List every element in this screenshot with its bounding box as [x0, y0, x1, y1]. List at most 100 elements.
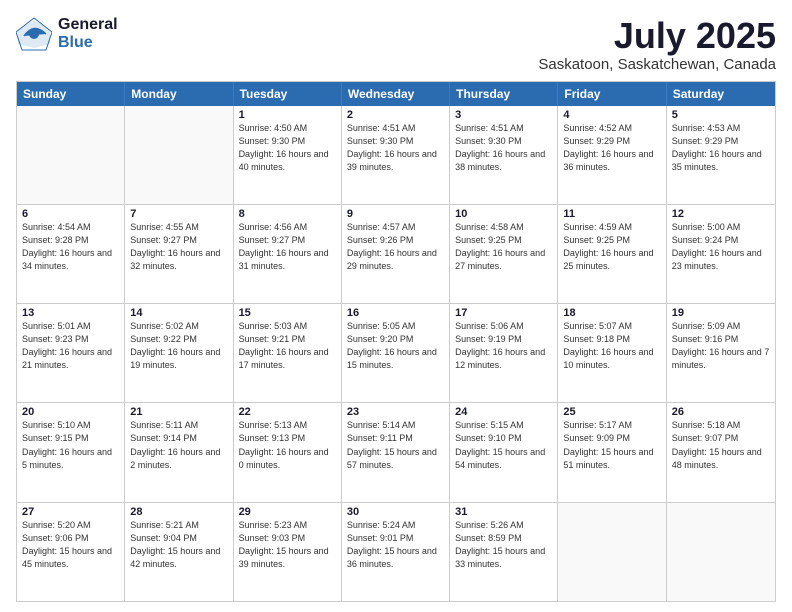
logo-text: General Blue [58, 16, 118, 51]
day-number: 2 [347, 109, 444, 121]
day-info: Sunrise: 5:05 AM Sunset: 9:20 PM Dayligh… [347, 320, 444, 372]
day-number: 21 [130, 406, 227, 418]
header-sunday: Sunday [17, 82, 125, 106]
logo-icon [16, 16, 52, 52]
day-info: Sunrise: 4:52 AM Sunset: 9:29 PM Dayligh… [563, 122, 660, 174]
day-info: Sunrise: 5:01 AM Sunset: 9:23 PM Dayligh… [22, 320, 119, 372]
logo-general-text: General [58, 16, 118, 34]
header-thursday: Thursday [450, 82, 558, 106]
day-info: Sunrise: 5:00 AM Sunset: 9:24 PM Dayligh… [672, 221, 770, 273]
day-info: Sunrise: 5:18 AM Sunset: 9:07 PM Dayligh… [672, 419, 770, 471]
day-number: 14 [130, 307, 227, 319]
cal-week-3: 13Sunrise: 5:01 AM Sunset: 9:23 PM Dayli… [17, 303, 775, 402]
day-number: 16 [347, 307, 444, 319]
day-number: 13 [22, 307, 119, 319]
day-number: 6 [22, 208, 119, 220]
day-info: Sunrise: 5:14 AM Sunset: 9:11 PM Dayligh… [347, 419, 444, 471]
cal-day-15: 15Sunrise: 5:03 AM Sunset: 9:21 PM Dayli… [234, 304, 342, 402]
header-wednesday: Wednesday [342, 82, 450, 106]
day-info: Sunrise: 5:15 AM Sunset: 9:10 PM Dayligh… [455, 419, 552, 471]
cal-day-25: 25Sunrise: 5:17 AM Sunset: 9:09 PM Dayli… [558, 403, 666, 501]
header-friday: Friday [558, 82, 666, 106]
day-info: Sunrise: 4:55 AM Sunset: 9:27 PM Dayligh… [130, 221, 227, 273]
day-info: Sunrise: 4:57 AM Sunset: 9:26 PM Dayligh… [347, 221, 444, 273]
day-info: Sunrise: 5:10 AM Sunset: 9:15 PM Dayligh… [22, 419, 119, 471]
cal-day-8: 8Sunrise: 4:56 AM Sunset: 9:27 PM Daylig… [234, 205, 342, 303]
cal-day-19: 19Sunrise: 5:09 AM Sunset: 9:16 PM Dayli… [667, 304, 775, 402]
day-number: 3 [455, 109, 552, 121]
calendar: Sunday Monday Tuesday Wednesday Thursday… [16, 81, 776, 602]
cal-day-27: 27Sunrise: 5:20 AM Sunset: 9:06 PM Dayli… [17, 503, 125, 601]
cal-day-1: 1Sunrise: 4:50 AM Sunset: 9:30 PM Daylig… [234, 106, 342, 204]
day-info: Sunrise: 5:17 AM Sunset: 9:09 PM Dayligh… [563, 419, 660, 471]
day-info: Sunrise: 4:53 AM Sunset: 9:29 PM Dayligh… [672, 122, 770, 174]
cal-day-17: 17Sunrise: 5:06 AM Sunset: 9:19 PM Dayli… [450, 304, 558, 402]
cal-day-11: 11Sunrise: 4:59 AM Sunset: 9:25 PM Dayli… [558, 205, 666, 303]
day-info: Sunrise: 4:54 AM Sunset: 9:28 PM Dayligh… [22, 221, 119, 273]
day-number: 10 [455, 208, 552, 220]
day-number: 20 [22, 406, 119, 418]
cal-week-4: 20Sunrise: 5:10 AM Sunset: 9:15 PM Dayli… [17, 402, 775, 501]
header-saturday: Saturday [667, 82, 775, 106]
day-number: 24 [455, 406, 552, 418]
header: General Blue July 2025 Saskatoon, Saskat… [16, 16, 776, 73]
cal-day-3: 3Sunrise: 4:51 AM Sunset: 9:30 PM Daylig… [450, 106, 558, 204]
cal-day-12: 12Sunrise: 5:00 AM Sunset: 9:24 PM Dayli… [667, 205, 775, 303]
day-info: Sunrise: 4:59 AM Sunset: 9:25 PM Dayligh… [563, 221, 660, 273]
day-number: 4 [563, 109, 660, 121]
cal-day-22: 22Sunrise: 5:13 AM Sunset: 9:13 PM Dayli… [234, 403, 342, 501]
cal-day-26: 26Sunrise: 5:18 AM Sunset: 9:07 PM Dayli… [667, 403, 775, 501]
calendar-body: 1Sunrise: 4:50 AM Sunset: 9:30 PM Daylig… [17, 106, 775, 601]
day-number: 9 [347, 208, 444, 220]
page: General Blue July 2025 Saskatoon, Saskat… [0, 0, 792, 612]
cal-empty-0-1 [125, 106, 233, 204]
header-tuesday: Tuesday [234, 82, 342, 106]
day-info: Sunrise: 5:24 AM Sunset: 9:01 PM Dayligh… [347, 519, 444, 571]
day-number: 27 [22, 506, 119, 518]
cal-empty-4-5 [558, 503, 666, 601]
day-number: 18 [563, 307, 660, 319]
day-info: Sunrise: 5:02 AM Sunset: 9:22 PM Dayligh… [130, 320, 227, 372]
main-title: July 2025 [538, 16, 776, 56]
day-number: 8 [239, 208, 336, 220]
cal-week-5: 27Sunrise: 5:20 AM Sunset: 9:06 PM Dayli… [17, 502, 775, 601]
day-number: 15 [239, 307, 336, 319]
cal-day-2: 2Sunrise: 4:51 AM Sunset: 9:30 PM Daylig… [342, 106, 450, 204]
day-number: 28 [130, 506, 227, 518]
day-info: Sunrise: 5:07 AM Sunset: 9:18 PM Dayligh… [563, 320, 660, 372]
title-area: July 2025 Saskatoon, Saskatchewan, Canad… [538, 16, 776, 73]
day-info: Sunrise: 5:21 AM Sunset: 9:04 PM Dayligh… [130, 519, 227, 571]
cal-day-10: 10Sunrise: 4:58 AM Sunset: 9:25 PM Dayli… [450, 205, 558, 303]
day-number: 1 [239, 109, 336, 121]
cal-day-23: 23Sunrise: 5:14 AM Sunset: 9:11 PM Dayli… [342, 403, 450, 501]
calendar-header: Sunday Monday Tuesday Wednesday Thursday… [17, 82, 775, 106]
day-info: Sunrise: 5:23 AM Sunset: 9:03 PM Dayligh… [239, 519, 336, 571]
day-number: 22 [239, 406, 336, 418]
day-number: 7 [130, 208, 227, 220]
logo: General Blue [16, 16, 118, 52]
day-number: 23 [347, 406, 444, 418]
cal-empty-4-6 [667, 503, 775, 601]
cal-empty-0-0 [17, 106, 125, 204]
header-monday: Monday [125, 82, 233, 106]
day-number: 17 [455, 307, 552, 319]
day-number: 12 [672, 208, 770, 220]
cal-day-4: 4Sunrise: 4:52 AM Sunset: 9:29 PM Daylig… [558, 106, 666, 204]
day-info: Sunrise: 5:11 AM Sunset: 9:14 PM Dayligh… [130, 419, 227, 471]
day-number: 11 [563, 208, 660, 220]
cal-day-18: 18Sunrise: 5:07 AM Sunset: 9:18 PM Dayli… [558, 304, 666, 402]
day-number: 26 [672, 406, 770, 418]
cal-day-6: 6Sunrise: 4:54 AM Sunset: 9:28 PM Daylig… [17, 205, 125, 303]
cal-day-7: 7Sunrise: 4:55 AM Sunset: 9:27 PM Daylig… [125, 205, 233, 303]
subtitle: Saskatoon, Saskatchewan, Canada [538, 56, 776, 73]
cal-day-5: 5Sunrise: 4:53 AM Sunset: 9:29 PM Daylig… [667, 106, 775, 204]
cal-day-21: 21Sunrise: 5:11 AM Sunset: 9:14 PM Dayli… [125, 403, 233, 501]
day-number: 30 [347, 506, 444, 518]
day-number: 19 [672, 307, 770, 319]
day-info: Sunrise: 4:51 AM Sunset: 9:30 PM Dayligh… [347, 122, 444, 174]
day-number: 29 [239, 506, 336, 518]
day-info: Sunrise: 4:50 AM Sunset: 9:30 PM Dayligh… [239, 122, 336, 174]
cal-week-2: 6Sunrise: 4:54 AM Sunset: 9:28 PM Daylig… [17, 204, 775, 303]
cal-week-1: 1Sunrise: 4:50 AM Sunset: 9:30 PM Daylig… [17, 106, 775, 204]
day-info: Sunrise: 5:03 AM Sunset: 9:21 PM Dayligh… [239, 320, 336, 372]
